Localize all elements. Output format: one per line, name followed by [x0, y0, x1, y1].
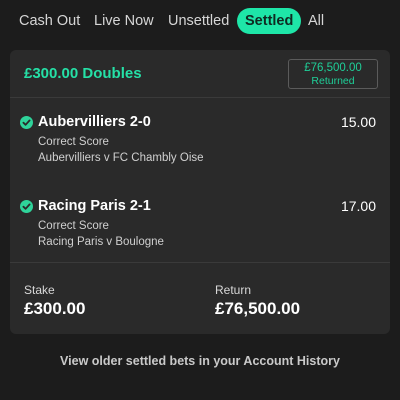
selection-market: Correct Score — [38, 220, 109, 232]
selection-odds: 15.00 — [340, 114, 376, 130]
check-circle-icon — [20, 116, 33, 129]
bet-summary: Stake £300.00 Return £76,500.00 — [10, 262, 390, 334]
check-circle-icon — [20, 200, 33, 213]
tab-all[interactable]: All — [308, 8, 324, 34]
selection-event: Racing Paris v Boulogne — [38, 236, 164, 248]
bet-card: £300.00 Doubles £76,500.00 Returned Aube… — [10, 50, 390, 334]
stake-value: £300.00 — [24, 299, 86, 318]
return-value: £76,500.00 — [215, 299, 301, 318]
stake-label: Stake — [24, 283, 55, 297]
returned-label: Returned — [311, 75, 355, 87]
selection-title: Racing Paris 2-1 — [38, 198, 151, 214]
selection-event: Aubervilliers v FC Chambly Oise — [38, 152, 204, 164]
returned-amount: £76,500.00 — [304, 62, 362, 74]
bottom-edge — [0, 380, 400, 400]
tab-unsettled[interactable]: Unsettled — [168, 8, 229, 34]
tab-live-now[interactable]: Live Now — [94, 8, 154, 34]
selection-item: Racing Paris 2-1 17.00 Correct Score Rac… — [10, 196, 390, 272]
return-label: Return — [215, 283, 252, 297]
tab-settled[interactable]: Settled — [237, 8, 302, 34]
bet-filter-tabs: Cash Out Live Now Unsettled Settled All — [0, 8, 400, 34]
selection-item: Aubervilliers 2-0 15.00 Correct Score Au… — [10, 112, 390, 188]
bet-card-header: £300.00 Doubles £76,500.00 Returned — [10, 50, 390, 98]
account-history-link[interactable]: View older settled bets in your Account … — [0, 354, 400, 368]
selection-market: Correct Score — [38, 136, 109, 148]
returned-badge: £76,500.00 Returned — [288, 59, 378, 89]
selection-title: Aubervilliers 2-0 — [38, 114, 151, 130]
bet-title: £300.00 Doubles — [24, 65, 142, 82]
tab-cash-out[interactable]: Cash Out — [19, 8, 80, 34]
selection-odds: 17.00 — [340, 198, 376, 214]
